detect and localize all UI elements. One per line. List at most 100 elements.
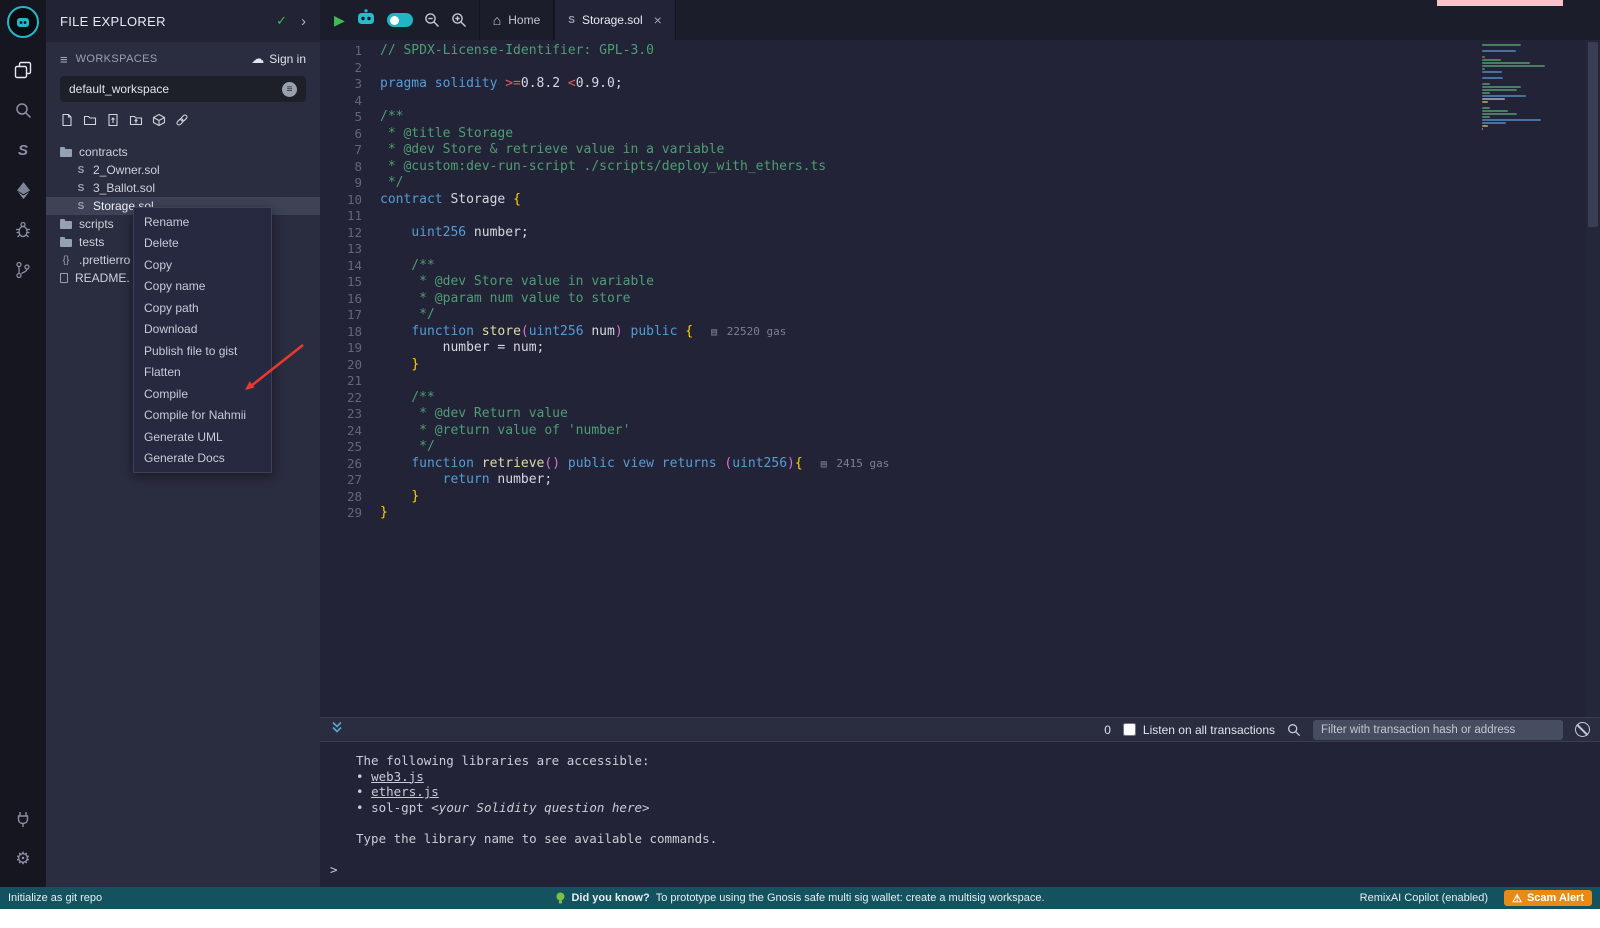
context-menu-item-generate-docs[interactable]: Generate Docs: [134, 448, 271, 470]
solidity-compiler-icon[interactable]: S: [0, 130, 46, 170]
context-menu-item-rename[interactable]: Rename: [134, 211, 271, 233]
git-init-button[interactable]: Initialize as git repo: [8, 892, 102, 904]
code-line[interactable]: 27 return number;: [320, 472, 1600, 489]
debugger-icon[interactable]: [0, 210, 46, 250]
copilot-status[interactable]: RemixAI Copilot (enabled): [1360, 892, 1488, 904]
code-line[interactable]: 17 */: [320, 307, 1600, 324]
home-icon: ⌂: [493, 12, 501, 28]
code-line[interactable]: 1// SPDX-License-Identifier: GPL-3.0: [320, 43, 1600, 60]
terminal-search-icon[interactable]: [1287, 723, 1301, 737]
terminal-link[interactable]: ethers.js: [371, 784, 439, 799]
clear-console-icon[interactable]: [1575, 722, 1590, 737]
context-menu-item-delete[interactable]: Delete: [134, 233, 271, 255]
zoom-in-icon[interactable]: [451, 12, 467, 28]
gas-estimate: ▤ 22520 gas: [711, 325, 786, 338]
scam-alert-badge[interactable]: ⚠ Scam Alert: [1504, 890, 1592, 906]
code-line[interactable]: 23 * @dev Return value: [320, 406, 1600, 423]
code-line[interactable]: 24 * @return value of 'number': [320, 423, 1600, 440]
code-line[interactable]: 25 */: [320, 439, 1600, 456]
sol-icon: S: [76, 165, 86, 176]
panel-title: FILE EXPLORER: [60, 14, 166, 29]
code-line[interactable]: 20 }: [320, 357, 1600, 374]
code-line[interactable]: 4: [320, 93, 1600, 110]
link-icon[interactable]: [175, 113, 189, 132]
terminal-prompt: >: [320, 862, 1600, 878]
line-number: 23: [320, 406, 380, 423]
code-line[interactable]: 9 */: [320, 175, 1600, 192]
plugin-manager-icon[interactable]: [0, 799, 46, 839]
line-number: 15: [320, 274, 380, 291]
transaction-filter-input[interactable]: [1313, 720, 1563, 740]
hamburger-menu-icon[interactable]: ≡: [60, 52, 68, 67]
listen-checkbox[interactable]: [1123, 723, 1136, 736]
terminal-line: • sol-gpt <your Solidity question here>: [320, 800, 1600, 816]
code-line[interactable]: 16 * @param num value to store: [320, 291, 1600, 308]
code-line[interactable]: 21: [320, 373, 1600, 390]
workspaces-label: WORKSPACES: [76, 53, 158, 65]
remixai-robot-icon[interactable]: [356, 9, 376, 31]
chevron-right-icon[interactable]: ›: [301, 13, 306, 30]
tree-item-3-ballot-sol[interactable]: S3_Ballot.sol: [46, 179, 320, 197]
minimap[interactable]: [1482, 44, 1578, 130]
context-menu-item-generate-uml[interactable]: Generate UML: [134, 426, 271, 448]
code-line[interactable]: 18 function store(uint256 num) public {▤…: [320, 324, 1600, 341]
code-line[interactable]: 11: [320, 208, 1600, 225]
annotation-arrow: [235, 337, 310, 399]
code-line[interactable]: 6 * @title Storage: [320, 126, 1600, 143]
new-folder-icon[interactable]: [83, 113, 97, 132]
code-line[interactable]: 26 function retrieve() public view retur…: [320, 456, 1600, 473]
expand-terminal-icon[interactable]: [330, 720, 344, 739]
close-icon[interactable]: ×: [654, 12, 662, 28]
code-line[interactable]: 19 number = num;: [320, 340, 1600, 357]
upload-folder-icon[interactable]: [129, 113, 143, 132]
scrollbar-thumb[interactable]: [1588, 42, 1598, 227]
line-number: 6: [320, 126, 380, 143]
code-line[interactable]: 5/**: [320, 109, 1600, 126]
did-you-know-tip: Did you know? To prototype using the Gno…: [555, 892, 1044, 905]
workspace-options-icon[interactable]: ≡: [282, 82, 297, 97]
sign-in-button[interactable]: ☁ Sign in: [251, 51, 306, 67]
code-line[interactable]: 3pragma solidity >=0.8.2 <0.9.0;: [320, 76, 1600, 93]
line-number: 19: [320, 340, 380, 357]
tip-title: Did you know?: [571, 892, 649, 904]
new-file-icon[interactable]: [60, 113, 74, 132]
tree-item-contracts[interactable]: contracts: [46, 143, 320, 161]
run-script-button[interactable]: ▶: [334, 12, 345, 29]
git-icon[interactable]: [0, 250, 46, 290]
copilot-toggle[interactable]: [387, 13, 413, 27]
deploy-run-icon[interactable]: [0, 170, 46, 210]
panel-header: FILE EXPLORER ✓ ›: [46, 0, 320, 42]
terminal-line: • web3.js: [320, 769, 1600, 785]
search-icon[interactable]: [0, 90, 46, 130]
code-line[interactable]: 10contract Storage {: [320, 192, 1600, 209]
code-editor[interactable]: 1// SPDX-License-Identifier: GPL-3.023pr…: [320, 40, 1600, 717]
context-menu-item-compile-for-nahmii[interactable]: Compile for Nahmii: [134, 405, 271, 427]
tab-storage-sol[interactable]: S Storage.sol ×: [554, 0, 676, 40]
remix-logo-icon[interactable]: [7, 6, 39, 38]
code-line[interactable]: 15 * @dev Store value in variable: [320, 274, 1600, 291]
code-line[interactable]: 13: [320, 241, 1600, 258]
code-line[interactable]: 22 /**: [320, 390, 1600, 407]
cube-icon[interactable]: [152, 113, 166, 132]
editor-scrollbar[interactable]: [1586, 40, 1600, 717]
code-line[interactable]: 14 /**: [320, 258, 1600, 275]
code-line[interactable]: 2: [320, 60, 1600, 77]
context-menu-item-copy-path[interactable]: Copy path: [134, 297, 271, 319]
settings-gear-icon[interactable]: ⚙: [0, 839, 46, 879]
code-line[interactable]: 29}: [320, 505, 1600, 522]
context-menu-item-copy-name[interactable]: Copy name: [134, 276, 271, 298]
code-line[interactable]: 12 uint256 number;: [320, 225, 1600, 242]
code-line[interactable]: 7 * @dev Store & retrieve value in a var…: [320, 142, 1600, 159]
workspace-selector[interactable]: default_workspace ≡: [60, 76, 306, 102]
upload-file-icon[interactable]: [106, 113, 120, 132]
zoom-out-icon[interactable]: [424, 12, 440, 28]
terminal-link[interactable]: web3.js: [371, 769, 424, 784]
code-line[interactable]: 8 * @custom:dev-run-script ./scripts/dep…: [320, 159, 1600, 176]
warning-icon: ⚠: [1512, 892, 1522, 905]
tab-home[interactable]: ⌂ Home: [479, 0, 554, 40]
file-explorer-icon[interactable]: [0, 50, 46, 90]
tree-item-2-owner-sol[interactable]: S2_Owner.sol: [46, 161, 320, 179]
code-line[interactable]: 28 }: [320, 489, 1600, 506]
context-menu-item-copy[interactable]: Copy: [134, 254, 271, 276]
terminal[interactable]: The following libraries are accessible:•…: [320, 742, 1600, 887]
